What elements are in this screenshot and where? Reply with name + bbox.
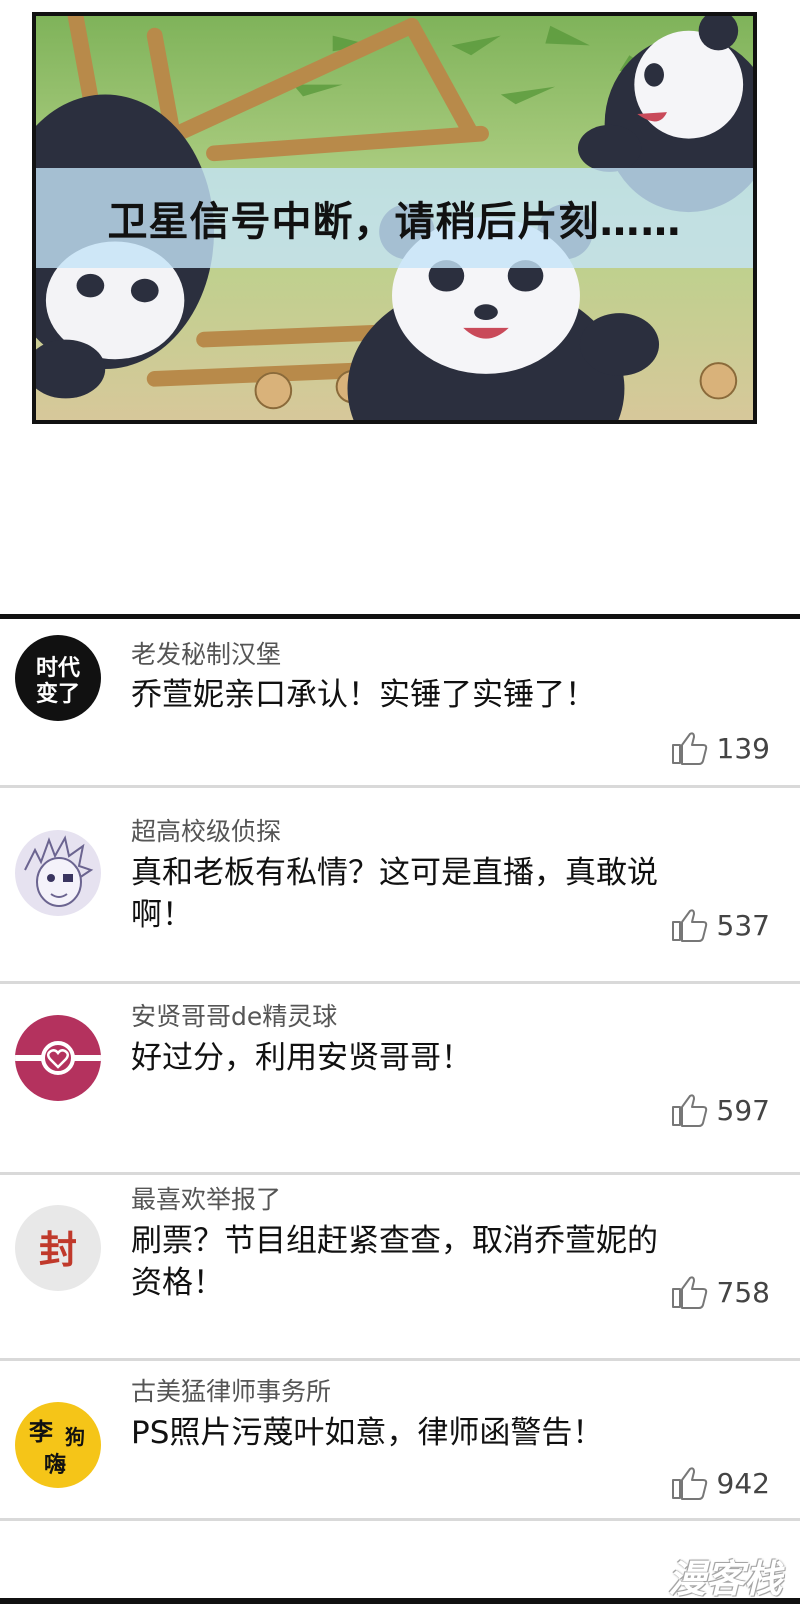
anime-character-avatar-icon <box>24 835 94 907</box>
comment-item: 李 狗 嗨 古美猛律师事务所 PS照片污蔑叶如意，律师函警告！ 942 <box>0 1372 800 1562</box>
avatar[interactable]: 李 狗 嗨 <box>15 1402 101 1488</box>
comment-text: 刷票？节目组赶紧查查，取消乔萱妮的资格！ <box>131 1223 658 1301</box>
comment-divider <box>0 785 800 788</box>
comic-panel: 卫星信号中断，请稍后片刻…… <box>32 12 757 424</box>
comment-text: 真和老板有私情？这可是直播，真敢说啊！ <box>131 855 658 933</box>
comment-item: 时代 变了 老发秘制汉堡 乔萱妮亲口承认！实锤了实锤了！ 139 <box>0 619 800 789</box>
like-count: 537 <box>716 908 770 942</box>
pokeball-heart-avatar-icon <box>15 1041 101 1075</box>
comment-divider <box>0 1358 800 1361</box>
comment-item: 安贤哥哥de精灵球 好过分，利用安贤哥哥！ 597 <box>0 985 800 1175</box>
avatar[interactable] <box>15 1015 101 1101</box>
svg-text:变了: 变了 <box>36 681 80 707</box>
comment-divider <box>0 981 800 984</box>
like-button[interactable]: 597 <box>671 1093 770 1127</box>
like-button[interactable]: 537 <box>671 908 770 942</box>
avatar[interactable] <box>15 830 101 916</box>
comment-divider <box>0 1518 800 1521</box>
comment-username[interactable]: 超高校级侦探 <box>131 812 281 848</box>
thumbs-up-icon <box>671 732 707 765</box>
comment-username[interactable]: 安贤哥哥de精灵球 <box>131 997 337 1033</box>
comment-username[interactable]: 最喜欢举报了 <box>131 1180 281 1216</box>
comment-item: 封 最喜欢举报了 刷票？节目组赶紧查查，取消乔萱妮的资格！ 758 <box>0 1175 800 1365</box>
svg-text:李: 李 <box>29 1418 53 1446</box>
svg-text:时代: 时代 <box>36 656 80 681</box>
avatar[interactable]: 时代 变了 <box>15 635 101 721</box>
svg-text:封: 封 <box>39 1227 77 1272</box>
like-button[interactable]: 139 <box>671 731 770 765</box>
li-gou-hai-avatar-icon: 李 狗 嗨 <box>29 1418 85 1478</box>
bottom-divider <box>0 1598 800 1604</box>
time-changed-avatar-icon: 时代 变了 <box>36 656 80 707</box>
like-button[interactable]: 942 <box>671 1466 770 1500</box>
like-count: 758 <box>716 1275 770 1309</box>
comment-item: 超高校级侦探 真和老板有私情？这可是直播，真敢说啊！ 537 <box>0 800 800 985</box>
comment-text: 乔萱妮亲口承认！实锤了实锤了！ <box>131 677 596 713</box>
thumbs-up-icon <box>671 1467 707 1500</box>
comment-username[interactable]: 老发秘制汉堡 <box>131 635 281 671</box>
svg-text:嗨: 嗨 <box>44 1452 66 1478</box>
thumbs-up-icon <box>671 1094 707 1127</box>
like-count: 139 <box>716 731 770 765</box>
like-count: 942 <box>716 1466 770 1500</box>
signal-lost-banner: 卫星信号中断，请稍后片刻…… <box>36 168 753 268</box>
like-button[interactable]: 758 <box>671 1275 770 1309</box>
thumbs-up-icon <box>671 1276 707 1309</box>
banner-text: 卫星信号中断，请稍后片刻…… <box>107 199 682 245</box>
avatar[interactable]: 封 <box>15 1205 101 1291</box>
comment-username[interactable]: 古美猛律师事务所 <box>131 1372 331 1408</box>
comment-text: 好过分，利用安贤哥哥！ <box>131 1040 472 1076</box>
svg-text:狗: 狗 <box>65 1425 85 1449</box>
thumbs-up-icon <box>671 909 707 942</box>
watermark-logo: 漫客栈 <box>668 1557 783 1601</box>
seal-character-avatar-icon: 封 <box>39 1227 77 1272</box>
comment-text: PS照片污蔑叶如意，律师函警告！ <box>131 1415 604 1451</box>
like-count: 597 <box>716 1093 770 1127</box>
